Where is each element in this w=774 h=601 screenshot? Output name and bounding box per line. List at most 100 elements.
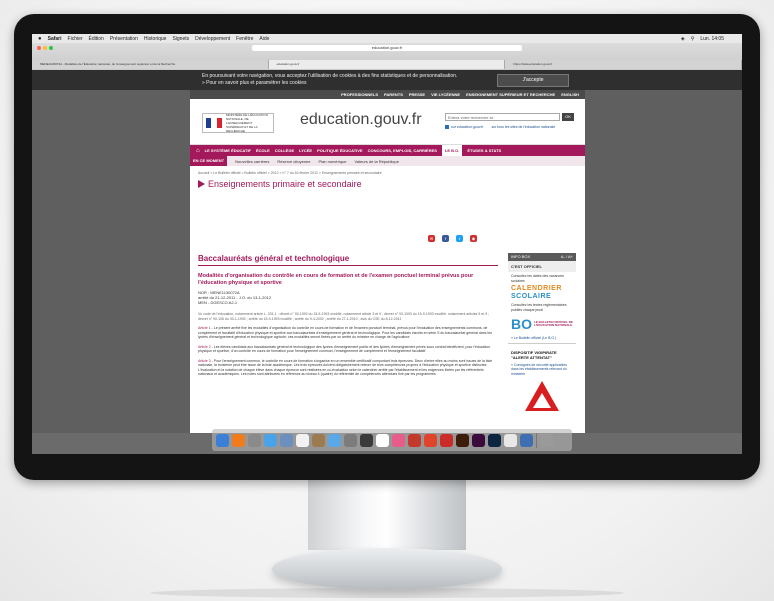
address-bar[interactable]: education.gouv.fr [252,45,522,51]
en-ce-moment-label: EN CE MOMENT [190,156,228,166]
calendar-subtitle[interactable]: SCOLAIRE [508,293,576,301]
browser-toolbar: education.gouv.fr MENE1130072A - Modalit… [32,43,742,71]
launchpad-icon[interactable] [248,433,261,447]
article-text: - Les élèves candidats aux baccalauréats… [198,344,491,354]
browser-tab[interactable]: https://www.education.gouv.fr [505,60,742,69]
contacts-icon[interactable] [312,433,325,447]
illustrator-icon[interactable] [456,433,469,447]
vigipirate-logo[interactable]: VIGIPIRATE [525,381,559,411]
apple-menu-icon[interactable]: ● [38,36,42,42]
photoshop-icon[interactable] [488,433,501,447]
search-button[interactable]: OK [562,113,574,121]
scope-option-site[interactable]: sur education.gouv.fr [445,125,483,130]
rss-icon[interactable]: ◉ [470,235,477,242]
indesign-icon[interactable] [472,433,485,447]
site-title[interactable]: education.gouv.fr [300,111,422,129]
itunes-icon[interactable] [392,433,405,447]
nav-concours[interactable]: CONCOURS, EMPLOIS, CARRIÈRES [368,148,437,153]
vigipirate-link[interactable]: » Consignes de sécurité applicables dans… [508,361,576,379]
nav-politique-educative[interactable]: POLITIQUE ÉDUCATIVE [317,148,362,153]
mail-icon[interactable] [280,433,293,447]
info-box-header: INFO BOX A- / A+ [508,253,576,261]
cookie-settings-link[interactable]: » Pour en savoir plus et paramétrer les … [202,80,502,87]
browser-viewport: En poursuivant votre navigation, vous ac… [32,70,742,433]
subnav-item[interactable]: Plan numérique [319,159,347,164]
acrobat-icon[interactable] [408,433,421,447]
arrow-icon [198,180,205,188]
menu-item[interactable]: Présentation [110,36,138,42]
ministry-logo[interactable]: MINISTÈRE DE L'ÉDUCATION NATIONALE, DE L… [202,113,274,133]
terminal-icon[interactable] [360,433,373,447]
bo-text: Consultez les textes réglementaires publ… [511,303,567,312]
cookie-accept-button[interactable]: J'accepte [497,74,569,87]
topnav-professionnels[interactable]: PROFESSIONNELS [341,92,378,97]
subnav-item[interactable]: Valeurs de la République [355,159,399,164]
breadcrumb[interactable]: Accueil > Le Bulletin officiel > Bulleti… [190,166,585,175]
firefox-icon[interactable] [232,433,245,447]
browser-tab[interactable]: MENE1130072A - Modalités de l'Éducation … [32,60,269,69]
zoom-window-icon[interactable] [49,46,53,50]
subnav-item[interactable]: Réserve citoyenne [277,159,310,164]
minimize-window-icon[interactable] [43,46,47,50]
search-scope: sur education.gouv.fr sur tous les sites… [445,125,555,130]
powerpoint-icon[interactable] [424,433,437,447]
topnav-parents[interactable]: PARENTS [384,92,403,97]
safari-icon[interactable] [264,433,277,447]
menubar-clock[interactable]: Lun. 14:05 [700,36,724,42]
textedit-icon[interactable] [376,433,389,447]
search-input[interactable]: Entrez votre recherche ici [445,113,560,121]
trash-icon[interactable] [540,433,553,447]
bo-link[interactable]: » Le Bulletin officiel (Le B.O.) [508,334,576,343]
home-icon[interactable]: ⌂ [196,148,200,154]
twitter-icon[interactable]: t [456,235,463,242]
menu-item[interactable]: Fenêtre [236,36,253,42]
font-size-controls[interactable]: A- / A+ [561,253,573,261]
email-icon[interactable]: ✉ [428,235,435,242]
topnav-english[interactable]: ENGLISH [561,92,579,97]
menu-item[interactable]: Safari [48,36,62,42]
browser-tab-active[interactable]: education.gouv.fr [268,60,506,69]
desktop-scene: ● Safari Fichier Édition Présentation Hi… [0,0,774,601]
menu-item[interactable]: Fichier [68,36,83,42]
subnav-item[interactable]: Nouvelles carrières [235,159,269,164]
wifi-icon[interactable]: ◈ [681,36,685,42]
search-icon[interactable]: ⚲ [691,36,695,42]
skype-icon[interactable] [520,433,533,447]
settings-icon[interactable] [344,433,357,447]
article-paragraph-1: Article 1 - Le présent arrêté fixe les m… [198,326,498,340]
appstore-icon[interactable] [328,433,341,447]
article-subtitle: Modalités d'organisation du contrôle en … [198,273,474,286]
site-header: MINISTÈRE DE L'ÉDUCATION NATIONALE, DE L… [190,99,585,145]
article-paragraph-3: Article 3 - Pour l'enseignement commun, … [198,359,498,377]
menu-item[interactable]: Signets [172,36,189,42]
finder-icon[interactable] [216,433,229,447]
nav-college[interactable]: COLLÈGE [275,148,294,153]
menu-item[interactable]: Développement [195,36,230,42]
calendar-title[interactable]: CALENDRIER [508,285,576,293]
article-label: Article 1 [198,326,211,330]
topnav-vie-lyceenne[interactable]: VIE LYCÉENNE [431,92,460,97]
article-label: Article 2 [198,344,211,349]
scope-option-all[interactable]: sur tous les sites de l'éducation nation… [491,125,555,129]
monitor-screen: ● Safari Fichier Édition Présentation Hi… [32,34,742,454]
menu-item[interactable]: Historique [144,36,167,42]
nav-ecole[interactable]: ÉCOLE [256,148,270,153]
window-controls [37,46,53,50]
vigipirate-label: VIGIPIRATE [533,405,551,409]
topnav-presse[interactable]: PRESSE [409,92,425,97]
menu-item[interactable]: Édition [89,36,104,42]
facebook-icon[interactable]: f [442,235,449,242]
nav-etudes-stats[interactable]: ÉTUDES & STATS [467,148,501,153]
bo-logo[interactable]: BO LE BULLETIN OFFICIEL DE L'ÉDUCATION N… [508,314,576,334]
nav-lycee[interactable]: LYCÉE [299,148,312,153]
article-title: Baccalauréats général et technologique [198,254,498,266]
calendar-icon[interactable] [296,433,309,447]
document-icon[interactable] [504,433,517,447]
close-window-icon[interactable] [37,46,41,50]
nav-systeme-educatif[interactable]: LE SYSTÈME ÉDUCATIF [205,148,251,153]
mac-dock [212,429,572,451]
menu-item[interactable]: Aide [259,36,269,42]
nav-bo-active[interactable]: LE B.O. [441,145,463,156]
acrobat-pro-icon[interactable] [440,433,453,447]
topnav-enseignement-superieur[interactable]: ENSEIGNEMENT SUPÉRIEUR ET RECHERCHE [466,92,555,97]
